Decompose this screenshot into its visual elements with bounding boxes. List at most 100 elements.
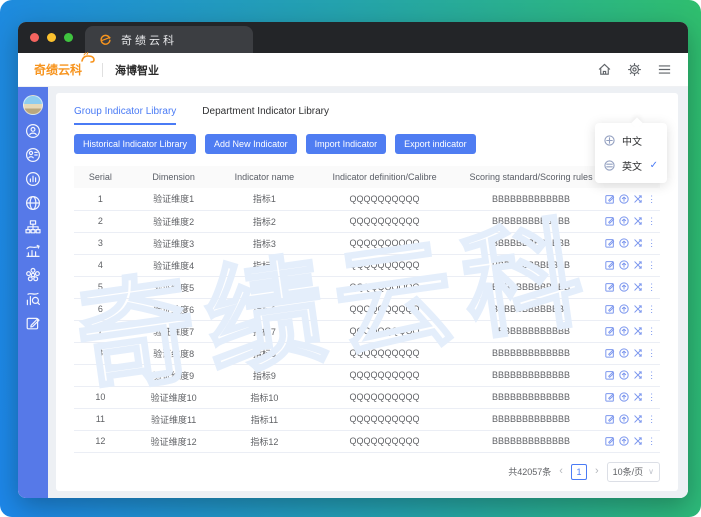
gear-icon[interactable] xyxy=(627,62,642,77)
cell-definition: QQQQQQQQQQ xyxy=(308,342,461,365)
edit-icon[interactable] xyxy=(605,348,615,358)
cell-serial: 12 xyxy=(74,430,127,453)
home-icon[interactable] xyxy=(597,62,612,77)
import-indicator-button[interactable]: Import Indicator xyxy=(305,134,387,154)
cell-dimension: 验证维度7 xyxy=(126,320,221,343)
export-indicator-button[interactable]: Export indicator xyxy=(395,134,476,154)
decompose-icon[interactable] xyxy=(633,238,643,248)
add-new-indicator-button[interactable]: Add New Indicator xyxy=(205,134,297,154)
more-icon[interactable]: ⋮ xyxy=(647,238,656,248)
decompose-icon[interactable] xyxy=(633,216,643,226)
cell-scoring: BBBBBBBBBBBBB xyxy=(460,408,602,431)
circle-up-icon[interactable] xyxy=(619,282,629,292)
circle-up-icon[interactable] xyxy=(619,326,629,336)
edit-icon[interactable] xyxy=(605,326,615,336)
avatar[interactable] xyxy=(23,95,43,115)
cell-serial: 3 xyxy=(74,232,127,255)
more-icon[interactable]: ⋮ xyxy=(647,348,656,358)
sidebar-item-flower-icon[interactable] xyxy=(25,267,41,283)
minimize-button[interactable] xyxy=(47,33,56,42)
decompose-icon[interactable] xyxy=(633,326,643,336)
edit-icon[interactable] xyxy=(605,370,615,380)
edit-icon[interactable] xyxy=(605,304,615,314)
sidebar-item-contact-card-icon[interactable] xyxy=(25,147,41,163)
cell-serial: 8 xyxy=(74,342,127,365)
more-icon[interactable]: ⋮ xyxy=(647,392,656,402)
tab-group-indicator-library[interactable]: Group Indicator Library xyxy=(74,106,177,125)
circle-up-icon[interactable] xyxy=(619,348,629,358)
circle-up-icon[interactable] xyxy=(619,194,629,204)
table-row: 11 验证维度11 指标11 QQQQQQQQQQ BBBBBBBBBBBBB ⋮ xyxy=(74,408,660,431)
more-icon[interactable]: ⋮ xyxy=(647,216,656,226)
more-icon[interactable]: ⋮ xyxy=(647,370,656,380)
sidebar-item-trend-chart-icon[interactable] xyxy=(25,243,41,259)
more-icon[interactable]: ⋮ xyxy=(647,326,656,336)
tab-department-indicator-library[interactable]: Department Indicator Library xyxy=(202,106,329,125)
table-row: 7 验证维度7 指标7 QQQQQQQQQQ BBBBBBBBBBBBB ⋮ xyxy=(74,320,660,343)
page-size-select[interactable]: 10条/页 ∨ xyxy=(606,461,660,482)
decompose-icon[interactable] xyxy=(633,370,643,380)
edit-icon[interactable] xyxy=(605,282,615,292)
cell-definition: QQQQQQQQQQ xyxy=(308,364,461,387)
sidebar-item-org-chart-icon[interactable] xyxy=(25,219,41,235)
cell-dimension: 验证维度10 xyxy=(126,386,221,409)
page-size-value: 10条/页 xyxy=(612,467,644,477)
cell-serial: 4 xyxy=(74,254,127,277)
page-number[interactable]: 1 xyxy=(570,463,587,480)
circle-up-icon[interactable] xyxy=(619,414,629,424)
edit-icon[interactable] xyxy=(605,260,615,270)
decompose-icon[interactable] xyxy=(633,392,643,402)
decompose-icon[interactable] xyxy=(633,414,643,424)
edit-icon[interactable] xyxy=(605,238,615,248)
edit-icon[interactable] xyxy=(605,414,615,424)
menu-item-label: 中文 xyxy=(622,137,642,148)
cell-definition: QQQQQQQQQQ xyxy=(308,386,461,409)
cell-dimension: 验证维度5 xyxy=(126,276,221,299)
maximize-button[interactable] xyxy=(64,33,73,42)
sidebar-item-edit-icon[interactable] xyxy=(25,315,41,331)
decompose-icon[interactable] xyxy=(633,436,643,446)
edit-icon[interactable] xyxy=(605,216,615,226)
menu-icon[interactable] xyxy=(657,62,672,77)
decompose-icon[interactable] xyxy=(633,260,643,270)
more-icon[interactable]: ⋮ xyxy=(647,304,656,314)
sidebar-item-globe-icon[interactable] xyxy=(25,195,41,211)
cell-dimension: 验证维度9 xyxy=(126,364,221,387)
decompose-icon[interactable] xyxy=(633,282,643,292)
more-icon[interactable]: ⋮ xyxy=(647,282,656,292)
decompose-icon[interactable] xyxy=(633,348,643,358)
edit-icon[interactable] xyxy=(605,392,615,402)
sidebar-item-user-icon[interactable] xyxy=(25,123,41,139)
cell-name: 指标5 xyxy=(220,276,309,299)
circle-up-icon[interactable] xyxy=(619,436,629,446)
sidebar-item-chart-search-icon[interactable] xyxy=(25,291,41,307)
cell-operate: ⋮ xyxy=(601,342,660,365)
cell-scoring: BBBBBBBBBBBBB xyxy=(460,232,602,255)
circle-up-icon[interactable] xyxy=(619,238,629,248)
circle-up-icon[interactable] xyxy=(619,216,629,226)
next-page-icon[interactable]: › xyxy=(595,466,599,477)
circle-up-icon[interactable] xyxy=(619,260,629,270)
cell-name: 指标8 xyxy=(220,342,309,365)
more-icon[interactable]: ⋮ xyxy=(647,414,656,424)
close-button[interactable] xyxy=(30,33,39,42)
historical-indicator-library-button[interactable]: Historical Indicator Library xyxy=(74,134,197,154)
more-icon[interactable]: ⋮ xyxy=(647,260,656,270)
table-row: 10 验证维度10 指标10 QQQQQQQQQQ BBBBBBBBBBBBB ⋮ xyxy=(74,386,660,409)
prev-page-icon[interactable]: ‹ xyxy=(559,466,563,477)
edit-icon[interactable] xyxy=(605,436,615,446)
more-icon[interactable]: ⋮ xyxy=(647,194,656,204)
more-icon[interactable]: ⋮ xyxy=(647,436,656,446)
circle-up-icon[interactable] xyxy=(619,304,629,314)
decompose-icon[interactable] xyxy=(633,304,643,314)
edit-icon[interactable] xyxy=(605,194,615,204)
cell-dimension: 验证维度3 xyxy=(126,232,221,255)
decompose-icon[interactable] xyxy=(633,194,643,204)
app-logo[interactable]: 奇绩云科 xyxy=(34,52,95,78)
circle-up-icon[interactable] xyxy=(619,392,629,402)
circle-up-icon[interactable] xyxy=(619,370,629,380)
menu-item-english[interactable]: 英文 ✓ xyxy=(595,153,667,178)
browser-tab[interactable]: 奇绩云科 xyxy=(85,26,253,53)
sidebar-item-bar-chart-icon[interactable] xyxy=(25,171,41,187)
menu-item-chinese[interactable]: 中文 xyxy=(595,128,667,153)
